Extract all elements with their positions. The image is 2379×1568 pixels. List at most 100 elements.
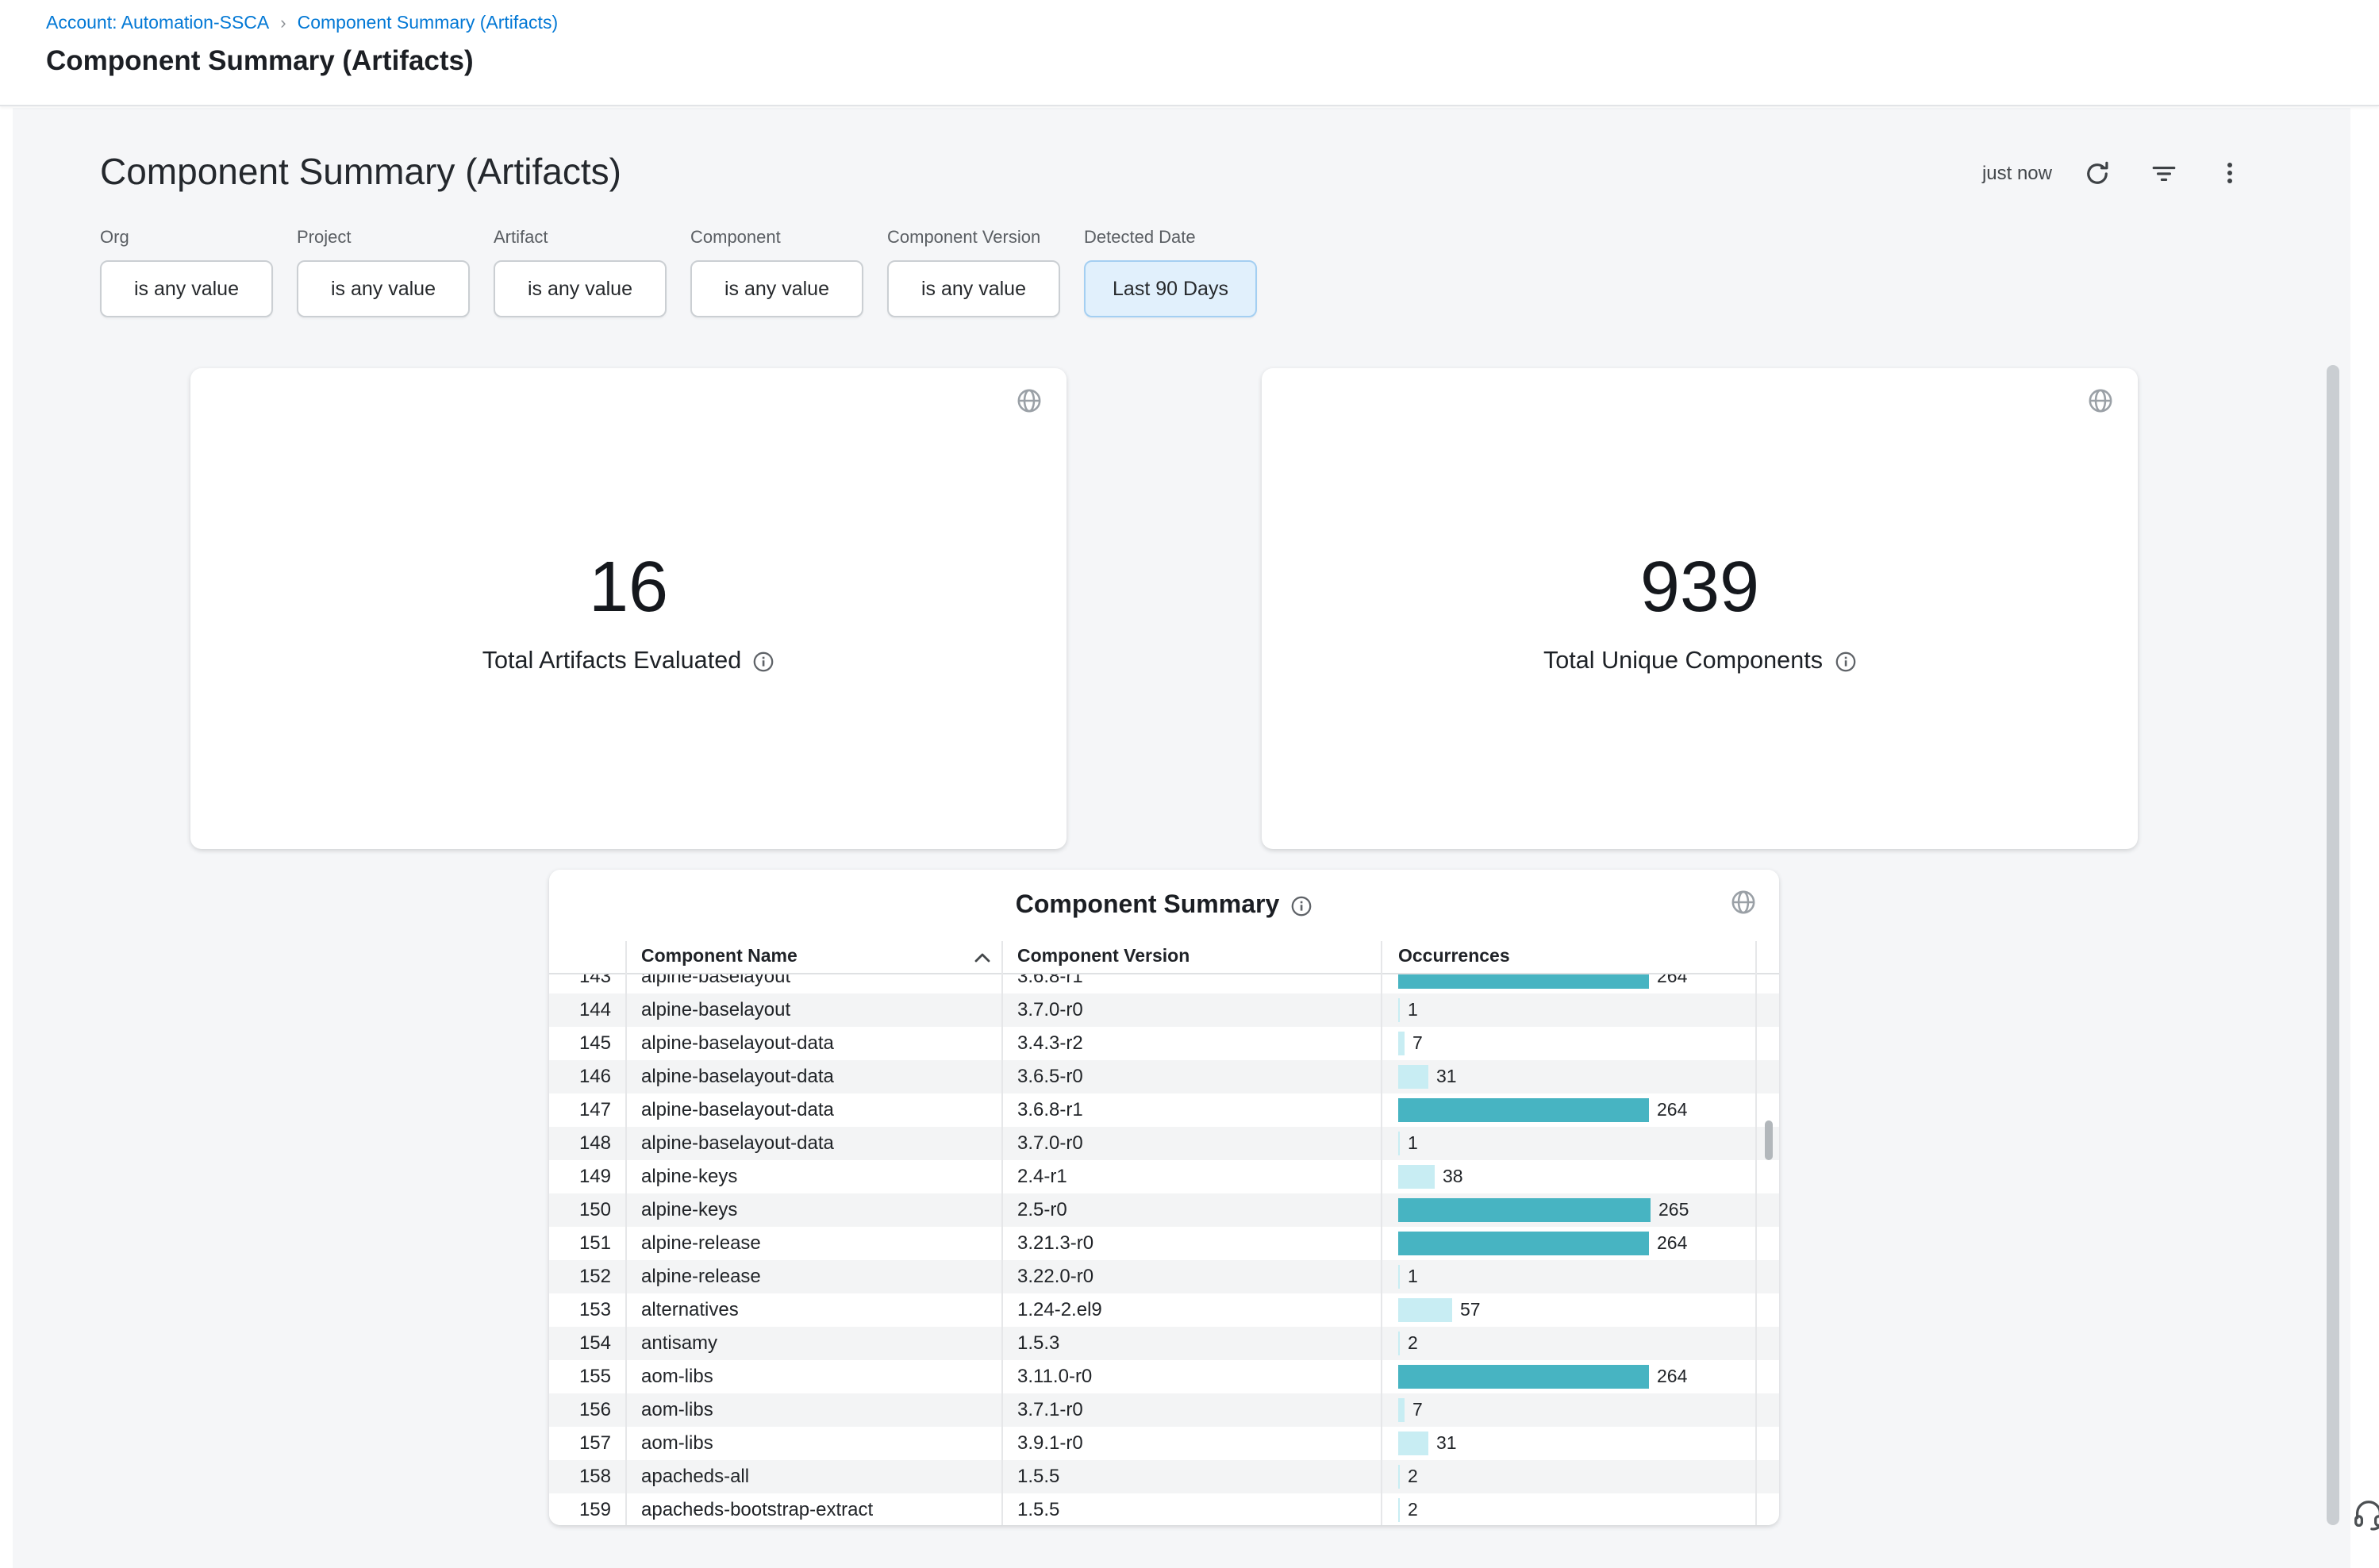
filter-label: Component: [690, 229, 863, 248]
occurrence-value: 1: [1408, 1267, 1418, 1286]
globe-icon[interactable]: [2087, 387, 2114, 414]
row-component-version: 3.4.3-r2: [1001, 1027, 1381, 1060]
occurrence-value: 1: [1408, 1001, 1418, 1020]
breadcrumb-separator-icon: ›: [280, 15, 286, 33]
row-component-version: 3.21.3-r0: [1001, 1227, 1381, 1260]
card-title: Component Summary: [1016, 891, 1280, 920]
filter-group-project: Project is any value: [297, 229, 470, 317]
row-component-version: 3.6.8-r1: [1001, 974, 1381, 993]
occurrence-bar: [1398, 1132, 1400, 1155]
row-index: 157: [549, 1427, 625, 1460]
page-scrollbar-thumb[interactable]: [2327, 365, 2339, 1525]
column-header-label: Component Version: [1017, 947, 1190, 967]
table-row[interactable]: 153 alternatives 1.24-2.el9 57: [549, 1293, 1779, 1327]
row-component-name: alpine-baselayout: [625, 993, 1001, 1027]
globe-icon[interactable]: [1730, 889, 1757, 916]
row-component-version: 2.4-r1: [1001, 1160, 1381, 1193]
filter-value-button[interactable]: is any value: [494, 260, 667, 317]
row-index: 144: [549, 993, 625, 1027]
table-row[interactable]: 151 alpine-release 3.21.3-r0 264: [549, 1227, 1779, 1260]
row-index: 145: [549, 1027, 625, 1060]
row-component-name: alpine-baselayout-data: [625, 1060, 1001, 1093]
row-component-version: 1.5.5: [1001, 1460, 1381, 1493]
dashboard-controls: just now: [1873, 154, 2246, 192]
occurrence-bar: [1398, 1498, 1400, 1522]
occurrence-bar: [1398, 1332, 1400, 1355]
table-row[interactable]: 157 aom-libs 3.9.1-r0 31: [549, 1427, 1779, 1460]
table-row[interactable]: 145 alpine-baselayout-data 3.4.3-r2 7: [549, 1027, 1779, 1060]
row-index: 159: [549, 1493, 625, 1525]
filter-group-org: Org is any value: [100, 229, 273, 317]
filter-group-component: Component is any value: [690, 229, 863, 317]
row-component-name: aom-libs: [625, 1393, 1001, 1427]
filter-value-button[interactable]: is any value: [690, 260, 863, 317]
filter-value-button[interactable]: is any value: [297, 260, 470, 317]
refresh-button[interactable]: [2081, 157, 2112, 189]
column-header-component-version[interactable]: Component Version: [1001, 941, 1381, 973]
occurrence-bar: [1398, 1398, 1405, 1422]
info-icon[interactable]: [1290, 894, 1312, 917]
filter-value-button[interactable]: is any value: [887, 260, 1060, 317]
table-row[interactable]: 155 aom-libs 3.11.0-r0 264: [549, 1360, 1779, 1393]
row-index: 151: [549, 1227, 625, 1260]
row-component-version: 3.9.1-r0: [1001, 1427, 1381, 1460]
filter-value-button[interactable]: Last 90 Days: [1084, 260, 1257, 317]
filter-group-artifact: Artifact is any value: [494, 229, 667, 317]
row-component-name: alternatives: [625, 1293, 1001, 1327]
occurrence-bar: [1398, 1065, 1428, 1089]
row-index: 158: [549, 1460, 625, 1493]
dashboard-title: Component Summary (Artifacts): [100, 151, 621, 194]
filter-toggle-button[interactable]: [2147, 157, 2179, 189]
row-component-name: alpine-keys: [625, 1160, 1001, 1193]
row-component-name: apacheds-all: [625, 1460, 1001, 1493]
table-row[interactable]: 159 apacheds-bootstrap-extract 1.5.5 2: [549, 1493, 1779, 1525]
table-row[interactable]: 152 alpine-release 3.22.0-r0 1: [549, 1260, 1779, 1293]
table-row[interactable]: 158 apacheds-all 1.5.5 2: [549, 1460, 1779, 1493]
table-row[interactable]: 147 alpine-baselayout-data 3.6.8-r1 264: [549, 1093, 1779, 1127]
occurrence-bar: [1398, 1165, 1435, 1189]
headset-icon: [2350, 1497, 2379, 1533]
last-refreshed-text: just now: [1982, 162, 2052, 184]
row-component-version: 3.6.5-r0: [1001, 1060, 1381, 1093]
info-icon[interactable]: [752, 651, 774, 673]
occurrence-bar: [1398, 1365, 1649, 1389]
row-index: 148: [549, 1127, 625, 1160]
breadcrumb-current-link[interactable]: Component Summary (Artifacts): [298, 14, 559, 33]
table-row[interactable]: 149 alpine-keys 2.4-r1 38: [549, 1160, 1779, 1193]
occurrence-value: 264: [1657, 1234, 1687, 1253]
row-component-version: 3.22.0-r0: [1001, 1260, 1381, 1293]
row-component-name: apacheds-bootstrap-extract: [625, 1493, 1001, 1525]
component-table: Component Name Component Version Occurre…: [549, 941, 1779, 1525]
filter-value-button[interactable]: is any value: [100, 260, 273, 317]
tile-value: 939: [1262, 546, 2138, 628]
occurrence-bar: [1398, 1098, 1649, 1122]
occurrence-value: 264: [1657, 1367, 1687, 1386]
row-component-version: 1.5.3: [1001, 1327, 1381, 1360]
more-options-button[interactable]: [2214, 157, 2246, 189]
filter-label: Artifact: [494, 229, 667, 248]
occurrence-value: 2: [1408, 1334, 1418, 1353]
filter-label: Component Version: [887, 229, 1060, 248]
filter-icon: [2150, 159, 2177, 186]
table-row[interactable]: 150 alpine-keys 2.5-r0 265: [549, 1193, 1779, 1227]
breadcrumb: Account: Automation-SSCA › Component Sum…: [46, 14, 558, 33]
table-row[interactable]: 144 alpine-baselayout 3.7.0-r0 1: [549, 993, 1779, 1027]
table-row[interactable]: 154 antisamy 1.5.3 2: [549, 1327, 1779, 1360]
table-row[interactable]: 143 alpine-baselayout 3.6.8-r1 264: [549, 974, 1779, 993]
table-row[interactable]: 146 alpine-baselayout-data 3.6.5-r0 31: [549, 1060, 1779, 1093]
occurrence-value: 264: [1657, 1101, 1687, 1120]
info-icon[interactable]: [1834, 651, 1856, 673]
row-index: 154: [549, 1327, 625, 1360]
occurrence-value: 265: [1658, 1201, 1689, 1220]
sort-asc-icon[interactable]: [974, 952, 990, 963]
support-button[interactable]: [2350, 1497, 2379, 1533]
row-component-version: 3.7.0-r0: [1001, 993, 1381, 1027]
globe-icon[interactable]: [1016, 387, 1043, 414]
table-scrollbar-thumb[interactable]: [1765, 1120, 1773, 1160]
table-row[interactable]: 148 alpine-baselayout-data 3.7.0-r0 1: [549, 1127, 1779, 1160]
breadcrumb-account-link[interactable]: Account: Automation-SSCA: [46, 14, 269, 33]
column-header-occurrences[interactable]: Occurrences: [1381, 941, 1755, 973]
table-row[interactable]: 156 aom-libs 3.7.1-r0 7: [549, 1393, 1779, 1427]
column-header-component-name[interactable]: Component Name: [625, 941, 1001, 973]
tile-total-unique-components: 939 Total Unique Components: [1262, 368, 2138, 849]
